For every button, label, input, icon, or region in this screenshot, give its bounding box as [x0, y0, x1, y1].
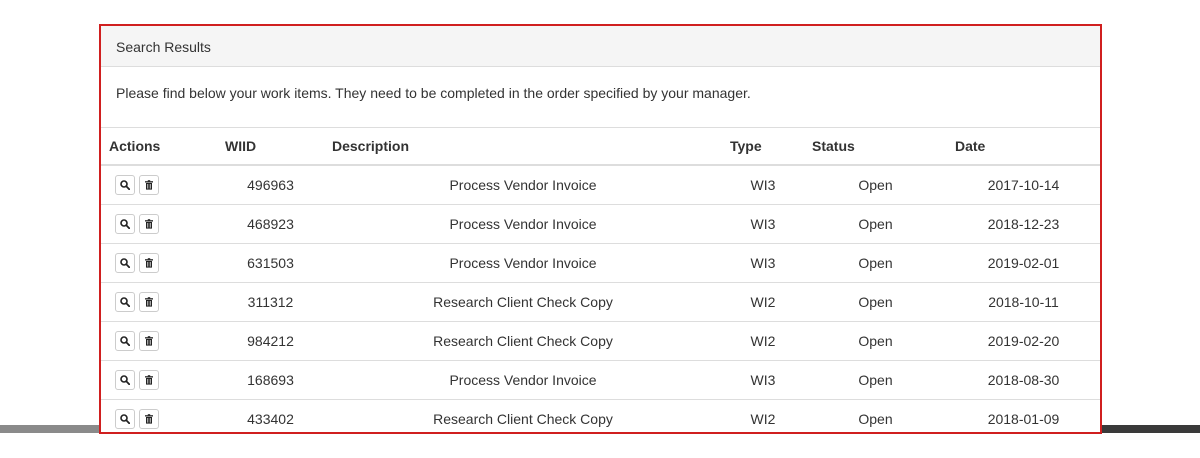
instructions-text: Please find below your work items. They …: [101, 67, 1100, 128]
cell-type: WI2: [722, 282, 804, 322]
view-button[interactable]: [115, 370, 135, 390]
cell-date: 2018-01-09: [947, 399, 1100, 432]
table-row: 311312 Research Client Check Copy WI2 Open 2…: [101, 282, 1100, 322]
cell-type: WI3: [722, 165, 804, 205]
cell-status: Open: [804, 243, 947, 283]
cell-date: 2019-02-20: [947, 321, 1100, 361]
row-actions: [101, 282, 217, 322]
cell-type: WI3: [722, 243, 804, 283]
column-header-type: Type: [722, 128, 804, 166]
cell-status: Open: [804, 399, 947, 432]
row-actions: [101, 204, 217, 244]
cell-wiid: 631503: [217, 243, 324, 283]
cell-description: Research Client Check Copy: [324, 282, 722, 322]
page: Search Results Please find below your wo…: [0, 0, 1200, 458]
view-button[interactable]: [115, 214, 135, 234]
delete-button[interactable]: [139, 292, 159, 312]
cell-description: Process Vendor Invoice: [324, 204, 722, 244]
cell-wiid: 433402: [217, 399, 324, 432]
cell-status: Open: [804, 204, 947, 244]
delete-button[interactable]: [139, 331, 159, 351]
cell-status: Open: [804, 165, 947, 205]
table-row: 433402 Research Client Check Copy WI2 Open 2…: [101, 399, 1100, 432]
table-row: 468923 Process Vendor Invoice WI3 Open 2018-…: [101, 204, 1100, 244]
table-header-row: Actions WIID Description Type Status Dat…: [101, 128, 1100, 166]
cell-type: WI3: [722, 204, 804, 244]
view-button[interactable]: [115, 409, 135, 429]
cell-status: Open: [804, 321, 947, 361]
column-header-wiid: WIID: [217, 128, 324, 166]
column-header-status: Status: [804, 128, 947, 166]
cell-description: Process Vendor Invoice: [324, 243, 722, 283]
column-header-date: Date: [947, 128, 1100, 166]
cell-date: 2019-02-01: [947, 243, 1100, 283]
table-row: 496963 Process Vendor Invoice WI3 Open 2017-…: [101, 165, 1100, 205]
cell-date: 2018-12-23: [947, 204, 1100, 244]
cell-status: Open: [804, 282, 947, 322]
view-button[interactable]: [115, 175, 135, 195]
cell-type: WI2: [722, 399, 804, 432]
cell-wiid: 311312: [217, 282, 324, 322]
row-actions: [101, 243, 217, 283]
cell-description: Process Vendor Invoice: [324, 165, 722, 205]
cell-wiid: 984212: [217, 321, 324, 361]
delete-button[interactable]: [139, 175, 159, 195]
work-items-table: Actions WIID Description Type Status Dat…: [101, 128, 1100, 432]
view-button[interactable]: [115, 331, 135, 351]
column-header-actions: Actions: [101, 128, 217, 166]
table-row: 168693 Process Vendor Invoice WI3 Open 2018-…: [101, 360, 1100, 400]
cell-wiid: 496963: [217, 165, 324, 205]
table-row: 631503 Process Vendor Invoice WI3 Open 2019-…: [101, 243, 1100, 283]
cell-wiid: 168693: [217, 360, 324, 400]
cell-type: WI3: [722, 360, 804, 400]
table-row: 984212 Research Client Check Copy WI2 Open 2…: [101, 321, 1100, 361]
view-button[interactable]: [115, 292, 135, 312]
row-actions: [101, 399, 217, 432]
cell-date: 2018-10-11: [947, 282, 1100, 322]
delete-button[interactable]: [139, 253, 159, 273]
cell-status: Open: [804, 360, 947, 400]
column-header-description: Description: [324, 128, 722, 166]
row-actions: [101, 321, 217, 361]
view-button[interactable]: [115, 253, 135, 273]
cell-date: 2017-10-14: [947, 165, 1100, 205]
row-actions: [101, 165, 217, 205]
delete-button[interactable]: [139, 214, 159, 234]
delete-button[interactable]: [139, 409, 159, 429]
cell-description: Process Vendor Invoice: [324, 360, 722, 400]
cell-description: Research Client Check Copy: [324, 399, 722, 432]
cell-type: WI2: [722, 321, 804, 361]
cell-date: 2018-08-30: [947, 360, 1100, 400]
row-actions: [101, 360, 217, 400]
cell-wiid: 468923: [217, 204, 324, 244]
cell-description: Research Client Check Copy: [324, 321, 722, 361]
delete-button[interactable]: [139, 370, 159, 390]
panel-heading: Search Results: [101, 26, 1100, 67]
search-results-panel: Search Results Please find below your wo…: [99, 24, 1102, 434]
